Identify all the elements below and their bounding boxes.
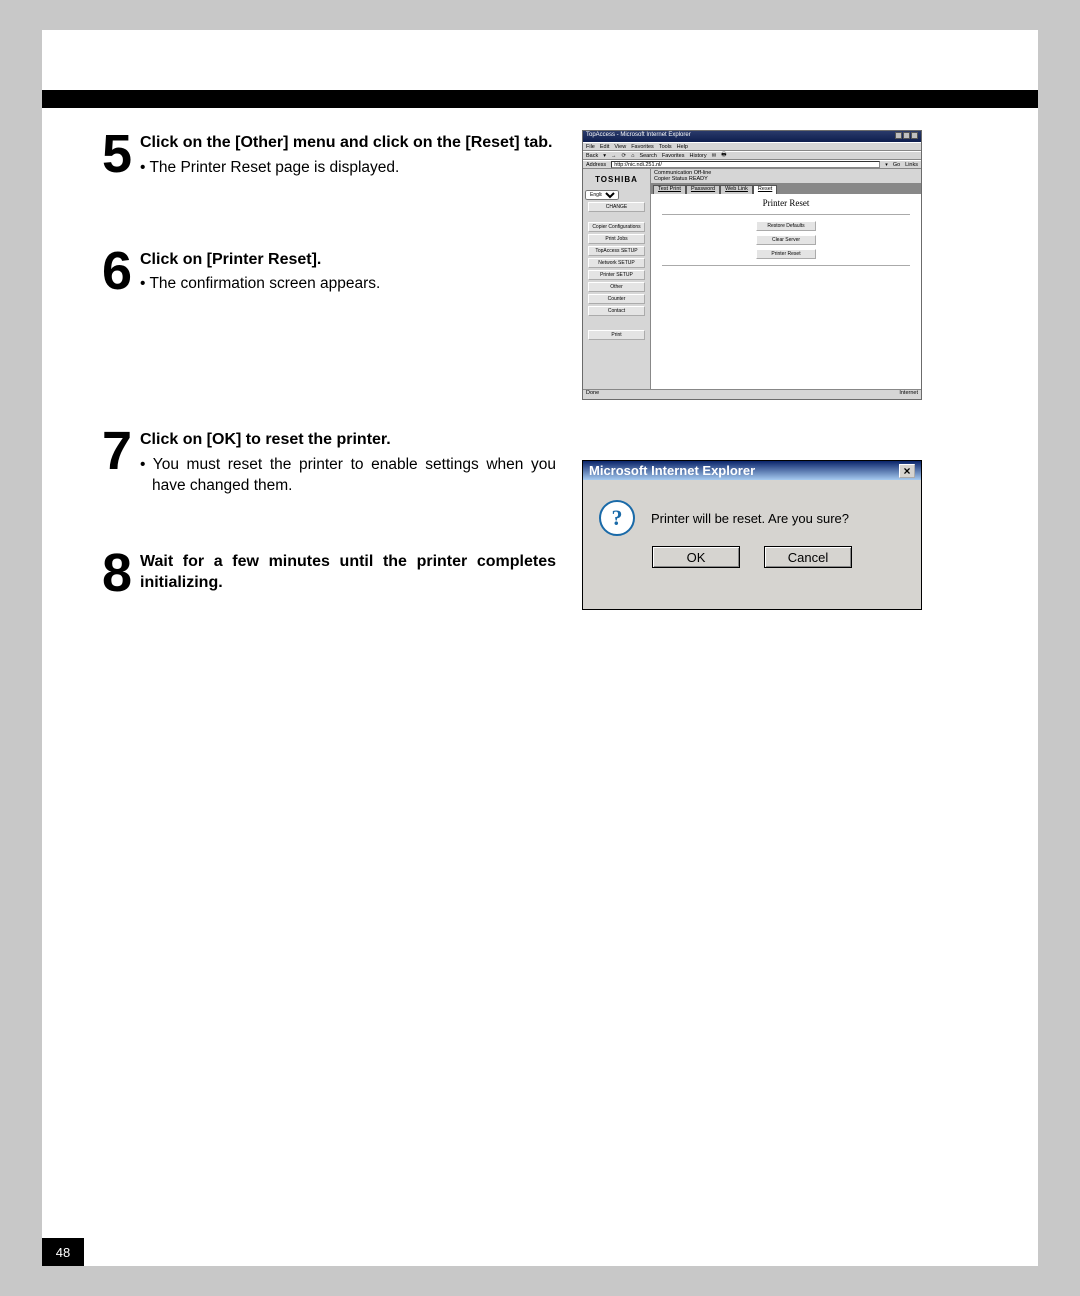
history-button[interactable]: History xyxy=(690,153,707,159)
step-body: Click on [Printer Reset]. The confirmati… xyxy=(140,247,556,296)
printer-reset-button[interactable]: Printer Reset xyxy=(756,249,816,259)
dialog-message: Printer will be reset. Are you sure? xyxy=(651,511,849,526)
status-line: Copier Status READY xyxy=(654,176,918,182)
window-buttons xyxy=(894,132,918,141)
reset-panel: Printer Reset Restore Defaults Clear Ser… xyxy=(651,194,921,389)
sidebar-network-setup[interactable]: Network SETUP xyxy=(588,258,645,268)
tab-test-print[interactable]: Test Print xyxy=(653,185,686,194)
lang-select[interactable]: English xyxy=(585,190,619,200)
header-rule xyxy=(42,90,1038,108)
step-body: Click on [OK] to reset the printer. You … xyxy=(140,427,556,496)
tab-password[interactable]: Password xyxy=(686,185,720,194)
status-done: Done xyxy=(586,390,599,399)
browser-title: TopAccess - Microsoft Internet Explorer xyxy=(586,132,691,141)
step-number: 6 xyxy=(102,247,140,296)
copier-status: Communication Off-line Copier Status REA… xyxy=(651,169,921,184)
sidebar-topaccess-setup[interactable]: TopAccess SETUP xyxy=(588,246,645,256)
menu-item[interactable]: Favorites xyxy=(631,144,654,150)
sidebar-print-jobs[interactable]: Print Jobs xyxy=(588,234,645,244)
tabs-bar: Test Print Password Web Link Reset xyxy=(651,184,921,194)
panel-title: Printer Reset xyxy=(763,198,810,208)
browser-menubar: File Edit View Favorites Tools Help xyxy=(583,142,921,151)
address-label: Address xyxy=(586,162,606,168)
dialog-titlebar: Microsoft Internet Explorer × xyxy=(583,461,921,480)
sidebar-copier-config[interactable]: Copier Configurations xyxy=(588,222,645,232)
step-7: 7 Click on [OK] to reset the printer. Yo… xyxy=(102,427,556,496)
menu-item[interactable]: Help xyxy=(677,144,688,150)
back-button[interactable]: Back xyxy=(586,153,598,159)
dialog-buttons: OK Cancel xyxy=(583,546,921,582)
sidebar-contact[interactable]: Contact xyxy=(588,306,645,316)
browser-titlebar: TopAccess - Microsoft Internet Explorer xyxy=(583,131,921,142)
restore-defaults-button[interactable]: Restore Defaults xyxy=(756,221,816,231)
divider xyxy=(662,265,911,266)
sidebar-other[interactable]: Other xyxy=(588,282,645,292)
document-page: 5 Click on the [Other] menu and click on… xyxy=(42,30,1038,1266)
browser-sidebar: TOSHIBA English CHANGE Copier Configurat… xyxy=(583,169,651,389)
tab-reset[interactable]: Reset xyxy=(753,185,777,194)
browser-body: TOSHIBA English CHANGE Copier Configurat… xyxy=(583,169,921,389)
menu-item[interactable]: File xyxy=(586,144,595,150)
clear-server-button[interactable]: Clear Server xyxy=(756,235,816,245)
step-bullet: The confirmation screen appears. xyxy=(140,274,556,295)
step-body: Click on the [Other] menu and click on t… xyxy=(140,130,556,179)
browser-statusbar: Done Internet xyxy=(583,389,921,399)
close-icon[interactable]: × xyxy=(899,464,915,478)
browser-screenshot: TopAccess - Microsoft Internet Explorer … xyxy=(582,130,922,400)
toshiba-logo: TOSHIBA xyxy=(585,171,648,188)
sidebar-printer-setup[interactable]: Printer SETUP xyxy=(588,270,645,280)
status-zone: Internet xyxy=(899,390,918,399)
links-label: Links xyxy=(905,162,918,168)
cancel-button[interactable]: Cancel xyxy=(764,546,852,568)
sidebar-counter[interactable]: Counter xyxy=(588,294,645,304)
change-button[interactable]: CHANGE xyxy=(588,202,645,212)
steps-column: 5 Click on the [Other] menu and click on… xyxy=(102,130,556,597)
search-button[interactable]: Search xyxy=(639,153,656,159)
favorites-button[interactable]: Favorites xyxy=(662,153,685,159)
step-heading: Wait for a few minutes until the printer… xyxy=(140,551,556,594)
step-heading: Click on the [Other] menu and click on t… xyxy=(140,132,556,154)
step-5: 5 Click on the [Other] menu and click on… xyxy=(102,130,556,179)
step-heading: Click on [OK] to reset the printer. xyxy=(140,429,556,451)
step-bullet: You must reset the printer to enable set… xyxy=(140,455,556,497)
confirm-dialog: Microsoft Internet Explorer × ? Printer … xyxy=(582,460,922,610)
step-8: 8 Wait for a few minutes until the print… xyxy=(102,549,556,598)
menu-item[interactable]: Tools xyxy=(659,144,672,150)
browser-main: Communication Off-line Copier Status REA… xyxy=(651,169,921,389)
tab-web-link[interactable]: Web Link xyxy=(720,185,753,194)
browser-toolbar: Back ▾→⟳⌂ Search Favorites History ✉🖶 xyxy=(583,151,921,160)
step-number: 8 xyxy=(102,549,140,598)
divider xyxy=(662,214,911,215)
step-heading: Click on [Printer Reset]. xyxy=(140,249,556,271)
step-body: Wait for a few minutes until the printer… xyxy=(140,549,556,598)
menu-item[interactable]: Edit xyxy=(600,144,609,150)
go-button[interactable]: Go xyxy=(893,162,900,168)
address-input[interactable]: http://nic.ndi.251.nl/ xyxy=(611,161,880,168)
dialog-title: Microsoft Internet Explorer xyxy=(589,463,755,478)
step-number: 7 xyxy=(102,427,140,496)
lang-row: English xyxy=(585,190,648,200)
sidebar-print[interactable]: Print xyxy=(588,330,645,340)
step-6: 6 Click on [Printer Reset]. The confirma… xyxy=(102,247,556,296)
dialog-body: ? Printer will be reset. Are you sure? xyxy=(583,480,921,546)
ok-button[interactable]: OK xyxy=(652,546,740,568)
page-number: 48 xyxy=(42,1238,84,1266)
step-bullet: The Printer Reset page is displayed. xyxy=(140,158,556,179)
menu-item[interactable]: View xyxy=(614,144,626,150)
question-icon: ? xyxy=(599,500,635,536)
browser-addressbar: Address http://nic.ndi.251.nl/ ▾ Go Link… xyxy=(583,160,921,169)
step-number: 5 xyxy=(102,130,140,179)
